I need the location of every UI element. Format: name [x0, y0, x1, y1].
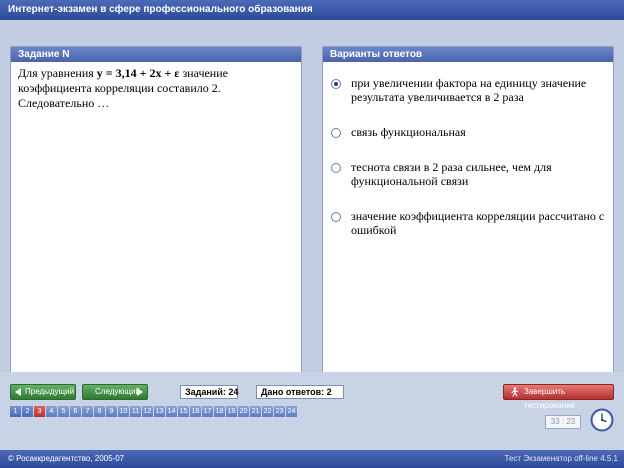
question-navigator: 1 2 3 4 5 6 7 8 9 10 11 12 13 14 15 16 17 18 19 20 21 22 23 24 — [10, 406, 298, 417]
question-number-12[interactable]: 12 — [142, 406, 153, 417]
question-number-1[interactable]: 1 — [10, 406, 21, 417]
answer-option-label: значение коэффициента корреляции рассчит… — [351, 209, 605, 237]
question-number-18[interactable]: 18 — [214, 406, 225, 417]
question-number-4[interactable]: 4 — [46, 406, 57, 417]
window-title-bar: Интернет-экзамен в сфере профессионально… — [0, 0, 624, 20]
question-panel: Задание N Для уравнения y = 3,14 + 2x + … — [10, 46, 302, 386]
previous-button-label: Предыдущий — [25, 387, 75, 396]
next-button-label: Следующий — [95, 387, 140, 396]
answer-option-3[interactable]: теснота связи в 2 раза сильнее, чем для … — [323, 156, 613, 192]
question-number-8[interactable]: 8 — [94, 406, 105, 417]
next-button[interactable]: Следующий — [82, 384, 148, 400]
question-number-6[interactable]: 6 — [70, 406, 81, 417]
answered-counter: Дано ответов: 2 — [256, 385, 344, 399]
answer-option-2[interactable]: связь функциональная — [323, 121, 613, 143]
answer-option-label: теснота связи в 2 раза сильнее, чем для … — [351, 160, 552, 188]
radio-button-4[interactable] — [331, 212, 341, 222]
answer-option-4[interactable]: значение коэффициента корреляции рассчит… — [323, 205, 613, 241]
question-number-11[interactable]: 11 — [130, 406, 141, 417]
answers-panel-header: Варианты ответов — [323, 47, 613, 62]
question-text-before: Для уравнения — [18, 66, 97, 80]
question-number-20[interactable]: 20 — [238, 406, 249, 417]
radio-button-3[interactable] — [331, 163, 341, 173]
question-number-2[interactable]: 2 — [22, 406, 33, 417]
question-number-23[interactable]: 23 — [274, 406, 285, 417]
question-number-7[interactable]: 7 — [82, 406, 93, 417]
control-bar: Предыдущий Следующий Заданий: 24 Дано от… — [0, 372, 624, 450]
question-number-14[interactable]: 14 — [166, 406, 177, 417]
copyright-text: © Росаккредагентство, 2005-07 — [8, 454, 125, 463]
finish-test-button[interactable]: Завершить тестирование — [503, 384, 614, 410]
question-number-24[interactable]: 24 — [286, 406, 297, 417]
question-number-13[interactable]: 13 — [154, 406, 165, 417]
question-number-17[interactable]: 17 — [202, 406, 213, 417]
question-number-21[interactable]: 21 — [250, 406, 261, 417]
work-area: Задание N Для уравнения y = 3,14 + 2x + … — [0, 20, 624, 386]
status-bar: © Росаккредагентство, 2005-07 Тест Экзам… — [0, 450, 624, 468]
question-number-22[interactable]: 22 — [262, 406, 273, 417]
question-text: Для уравнения y = 3,14 + 2x + ε значение… — [11, 62, 301, 115]
question-number-19[interactable]: 19 — [226, 406, 237, 417]
timer-display: 33 : 23 — [545, 415, 581, 429]
runner-icon — [511, 387, 518, 397]
window-title: Интернет-экзамен в сфере профессионально… — [8, 4, 313, 15]
question-number-3[interactable]: 3 — [34, 406, 45, 417]
question-number-5[interactable]: 5 — [58, 406, 69, 417]
version-text: Тест Экзаменатор off-line 4.5.1 — [504, 454, 618, 463]
answer-option-1[interactable]: при увеличении фактора на единицу значен… — [323, 72, 613, 108]
total-tasks-counter: Заданий: 24 — [180, 385, 238, 399]
answer-option-label: связь функциональная — [351, 125, 466, 139]
arrow-right-icon — [137, 388, 143, 396]
question-equation: y = 3,14 + 2x + ε — [96, 66, 180, 80]
answer-option-label: при увеличении фактора на единицу значен… — [351, 76, 587, 104]
question-number-10[interactable]: 10 — [118, 406, 129, 417]
question-number-16[interactable]: 16 — [190, 406, 201, 417]
clock-icon — [590, 408, 614, 432]
radio-button-2[interactable] — [331, 128, 341, 138]
arrow-left-icon — [15, 388, 21, 396]
question-panel-header: Задание N — [11, 47, 301, 62]
previous-button[interactable]: Предыдущий — [10, 384, 76, 400]
question-number-15[interactable]: 15 — [178, 406, 189, 417]
radio-button-1[interactable] — [331, 79, 341, 89]
finish-test-button-label: Завершить тестирование — [524, 387, 575, 410]
answer-list: при увеличении фактора на единицу значен… — [323, 62, 613, 241]
answers-panel: Варианты ответов при увеличении фактора … — [322, 46, 614, 386]
question-number-9[interactable]: 9 — [106, 406, 117, 417]
